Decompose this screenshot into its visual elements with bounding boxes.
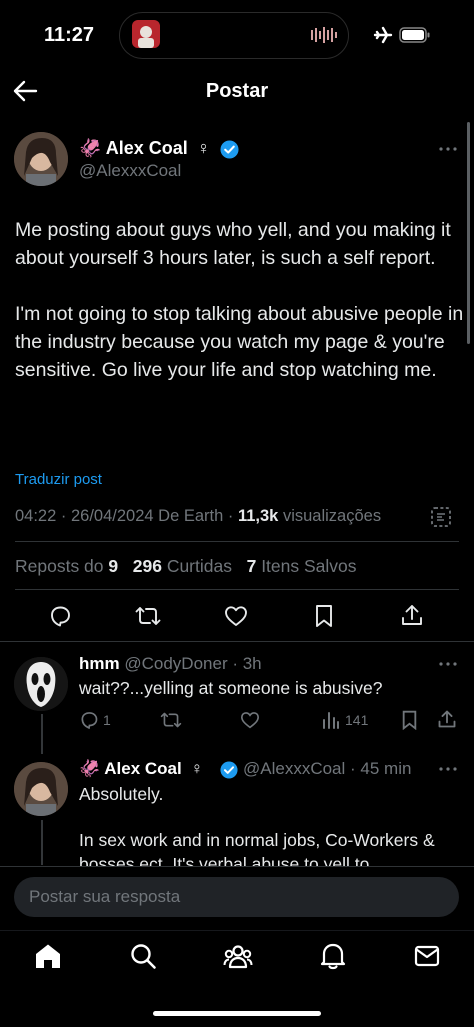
post-metadata: 04:22 · 26/04/2024 De Earth · 11,3k visu… <box>15 507 382 525</box>
female-sign-icon: ♀ <box>196 138 211 158</box>
squid-emoji-icon: 🦑 <box>79 138 102 158</box>
scrollbar[interactable] <box>467 122 470 344</box>
more-options-icon[interactable] <box>439 767 457 771</box>
bookmark-icon[interactable] <box>402 710 417 730</box>
views-icon[interactable] <box>322 711 340 729</box>
audio-waveform-icon <box>311 27 337 43</box>
share-icon[interactable] <box>437 709 457 729</box>
reply-text: In sex work and in normal jobs, Co-Worke… <box>79 830 435 850</box>
author-display-name: Alex Coal <box>105 138 188 158</box>
verified-badge-icon <box>220 761 238 779</box>
grok-analyze-icon[interactable] <box>430 506 452 528</box>
reply-reply-count: 1 <box>103 712 111 728</box>
reply-header: 🦑 Alex Coal ♀ <box>79 759 203 779</box>
share-icon[interactable] <box>400 603 424 627</box>
page-title: Postar <box>205 80 269 102</box>
reply-meta: @AlexxxCoal · 45 min <box>243 759 412 778</box>
more-options-icon[interactable] <box>439 662 457 666</box>
divider <box>15 589 459 590</box>
post-source: De Earth <box>158 507 224 525</box>
post-time: 04:22 <box>15 507 57 525</box>
post-date: 26/04/2024 <box>70 507 154 525</box>
post-paragraph: I'm not going to stop talking about abus… <box>15 303 464 381</box>
author-handle[interactable]: @AlexxxCoal <box>79 161 181 181</box>
more-options-icon[interactable] <box>439 147 457 151</box>
reposts-link[interactable]: Reposts do 9 <box>15 556 118 576</box>
divider <box>15 541 459 542</box>
reply-icon[interactable] <box>48 604 72 628</box>
views-count: 11,3k <box>237 507 279 525</box>
like-icon[interactable] <box>240 711 260 729</box>
reply-text: Absolutely. <box>79 784 164 804</box>
reply-reply-button[interactable] <box>79 710 99 730</box>
bookmark-icon[interactable] <box>315 604 333 628</box>
reply-views-count: 141 <box>345 712 369 728</box>
post-stats: Reposts do 9 296 Curtidas 7 Itens Salvos <box>15 556 357 577</box>
post-paragraph: Me posting about guys who yell, and you … <box>15 219 451 269</box>
messages-envelope-icon[interactable] <box>414 944 440 968</box>
post-body: Me posting about guys who yell, and you … <box>15 216 465 412</box>
status-time: 11:27 <box>44 24 95 46</box>
search-icon[interactable] <box>129 942 157 970</box>
reply-author-name[interactable]: 🦑 Alex Coal <box>79 759 182 778</box>
saves-link[interactable]: 7 Itens Salvos <box>247 556 357 576</box>
reply-author-handle[interactable]: @AlexxxCoal <box>243 759 345 778</box>
reply-composer-placeholder: Postar sua resposta <box>29 887 181 906</box>
reply-text: wait??...yelling at someone is abusive? <box>79 678 383 698</box>
likes-link[interactable]: 296 Curtidas <box>133 556 232 576</box>
reply-header: hmm @CodyDoner · 3h <box>79 654 262 673</box>
author-name[interactable]: 🦑 Alex Coal ♀ <box>79 138 210 159</box>
thread-line <box>41 820 43 865</box>
female-sign-icon: ♀ <box>190 759 204 778</box>
now-playing-artwork <box>132 20 160 48</box>
repost-icon[interactable] <box>135 605 161 627</box>
repost-icon[interactable] <box>160 711 182 729</box>
airplane-mode-icon <box>373 26 393 44</box>
home-icon[interactable] <box>34 942 62 970</box>
avatar[interactable] <box>14 132 68 186</box>
communities-icon[interactable] <box>223 942 253 970</box>
translate-link[interactable]: Traduzir post <box>15 471 102 488</box>
views-label: visualizações <box>282 507 382 525</box>
like-icon[interactable] <box>224 605 248 627</box>
avatar[interactable] <box>14 657 68 711</box>
reply-age: 45 min <box>360 759 412 778</box>
reply-author-handle[interactable]: @CodyDoner <box>124 654 227 673</box>
verified-badge-icon <box>220 140 239 159</box>
notifications-bell-icon[interactable] <box>320 942 346 970</box>
battery-icon <box>399 27 431 43</box>
divider <box>0 641 474 642</box>
reply-author-name[interactable]: hmm <box>79 654 120 673</box>
avatar[interactable] <box>14 762 68 816</box>
home-indicator[interactable] <box>153 1011 321 1016</box>
reply-age: 3h <box>242 654 262 673</box>
thread-line <box>41 714 43 754</box>
